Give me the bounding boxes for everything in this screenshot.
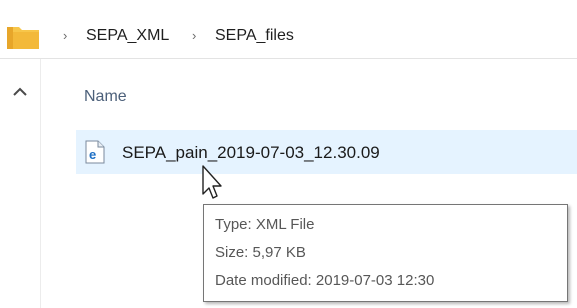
mouse-pointer-icon [202, 165, 222, 199]
breadcrumb-item-sepa-xml[interactable]: SEPA_XML [86, 26, 169, 46]
pane-divider [40, 59, 41, 308]
tooltip-date-modified: Date modified: 2019-07-03 12:30 [215, 272, 435, 289]
tooltip-size: Size: 5,97 KB [215, 244, 306, 261]
folder-icon [7, 27, 39, 49]
file-name: SEPA_pain_2019-07-03_12.30.09 [122, 143, 380, 162]
address-bar-divider [0, 58, 577, 59]
svg-text:e: e [89, 147, 96, 162]
file-info-tooltip: Type: XML File Size: 5,97 KB Date modifi… [203, 204, 568, 302]
breadcrumb-separator[interactable]: › [63, 28, 67, 44]
column-header-name[interactable]: Name [84, 87, 127, 107]
ie-xml-document-icon: e [85, 140, 105, 164]
file-row[interactable]: e SEPA_pain_2019-07-03_12.30.09 [76, 130, 577, 174]
file-explorer-window: › SEPA_XML › SEPA_files Name e SEPA_pain… [0, 0, 577, 308]
breadcrumb-item-sepa-files[interactable]: SEPA_files [215, 26, 294, 46]
address-bar[interactable]: › SEPA_XML › SEPA_files [0, 0, 577, 58]
breadcrumb-separator[interactable]: › [192, 28, 196, 44]
tooltip-type: Type: XML File [215, 216, 315, 233]
scroll-up-chevron-icon[interactable] [12, 86, 28, 98]
